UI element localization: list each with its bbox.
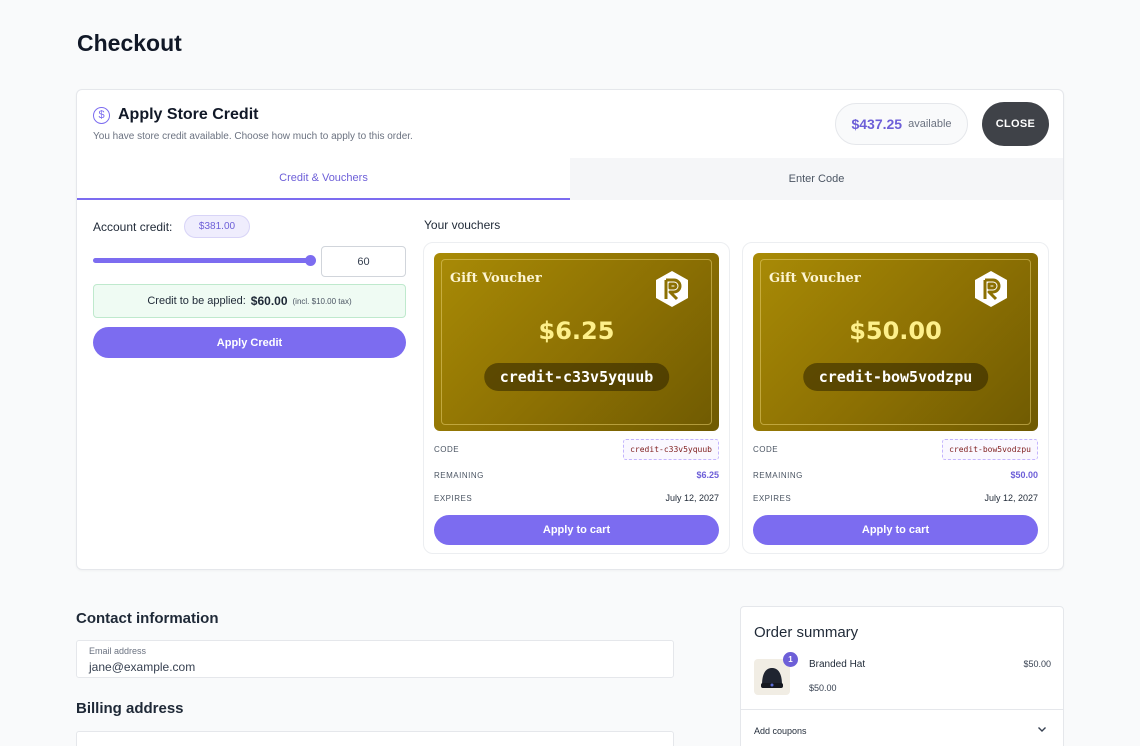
add-coupons-toggle[interactable]: Add coupons: [741, 709, 1063, 746]
voucher-expires-row: EXPIRES July 12, 2027: [753, 493, 1038, 503]
voucher-code-row: CODE credit-c33v5yquub: [434, 439, 719, 460]
credit-slider-handle[interactable]: [305, 255, 316, 266]
email-value: jane@example.com: [89, 660, 196, 674]
applied-tax-note: (incl. $10.00 tax): [292, 296, 352, 306]
email-field[interactable]: Email address jane@example.com: [76, 640, 674, 678]
voucher-remaining-row: REMAINING $50.00: [753, 470, 1038, 480]
contact-section-title: Contact information: [76, 610, 219, 627]
panel-title: Apply Store Credit: [118, 106, 259, 123]
voucher-art: Gift Voucher $50.00 credit-bow5vodzpu: [753, 253, 1038, 431]
code-key: CODE: [434, 445, 460, 454]
apply-to-cart-button[interactable]: Apply to cart: [753, 515, 1038, 545]
applied-label: Credit to be applied:: [147, 295, 246, 307]
available-credit-badge: $437.25 available: [835, 103, 968, 145]
credit-slider-fill: [93, 258, 311, 263]
voucher-remaining-row: REMAINING $6.25: [434, 470, 719, 480]
voucher-card: Gift Voucher $6.25 credit-c33v5yquub COD…: [423, 242, 730, 554]
voucher-code: credit-bow5vodzpu: [942, 439, 1038, 460]
brand-logo-icon: [656, 271, 688, 307]
voucher-remaining: $6.25: [696, 470, 719, 480]
available-label: available: [908, 118, 952, 130]
voucher-amount: $6.25: [538, 317, 615, 345]
available-amount: $437.25: [851, 116, 903, 132]
order-summary: Order summary 1 Branded Hat $50.00 $50.0…: [740, 606, 1064, 746]
voucher-expires: July 12, 2027: [984, 493, 1038, 503]
coupons-label: Add coupons: [754, 726, 807, 736]
chevron-down-icon: [1038, 727, 1046, 732]
credit-amount-input[interactable]: [321, 246, 406, 277]
billing-section-title: Billing address: [76, 700, 184, 717]
item-name: Branded Hat: [809, 659, 866, 670]
item-unit-price: $50.00: [809, 683, 837, 693]
close-button[interactable]: CLOSE: [982, 102, 1049, 146]
panel-header: $ Apply Store Credit You have store cred…: [77, 90, 1063, 158]
voucher-amount: $50.00: [849, 317, 942, 345]
voucher-kind: Gift Voucher: [769, 271, 861, 286]
credit-applied-summary: Credit to be applied: $60.00 (incl. $10.…: [93, 284, 406, 318]
apply-to-cart-button[interactable]: Apply to cart: [434, 515, 719, 545]
voucher-code-display: credit-bow5vodzpu: [802, 363, 989, 391]
tab-enter-code[interactable]: Enter Code: [570, 158, 1063, 200]
remaining-key: REMAINING: [434, 470, 484, 480]
account-credit-balance: $381.00: [184, 215, 250, 238]
store-credit-panel: $ Apply Store Credit You have store cred…: [76, 89, 1064, 570]
page-title: Checkout: [77, 30, 182, 56]
summary-title: Order summary: [754, 624, 859, 641]
expires-key: EXPIRES: [434, 493, 473, 503]
voucher-code-row: CODE credit-bow5vodzpu: [753, 439, 1038, 460]
expires-key: EXPIRES: [753, 493, 792, 503]
voucher-code: credit-c33v5yquub: [623, 439, 719, 460]
voucher-expires-row: EXPIRES July 12, 2027: [434, 493, 719, 503]
credit-slider-track[interactable]: [93, 258, 311, 263]
tab-credit-vouchers[interactable]: Credit & Vouchers: [77, 158, 570, 200]
code-key: CODE: [753, 445, 779, 454]
apply-credit-button[interactable]: Apply Credit: [93, 327, 406, 358]
voucher-kind: Gift Voucher: [450, 271, 542, 286]
brand-logo-icon: [975, 271, 1007, 307]
email-label: Email address: [89, 646, 147, 656]
voucher-art: Gift Voucher $6.25 credit-c33v5yquub: [434, 253, 719, 431]
vouchers-title: Your vouchers: [424, 218, 501, 232]
dollar-icon: $: [93, 107, 110, 124]
voucher-remaining: $50.00: [1010, 470, 1038, 480]
account-credit-label: Account credit:: [93, 220, 173, 234]
billing-field[interactable]: [76, 731, 674, 746]
credit-tabs: Credit & Vouchers Enter Code: [77, 158, 1063, 200]
remaining-key: REMAINING: [753, 470, 803, 480]
item-price: $50.00: [1023, 659, 1051, 669]
voucher-code-display: credit-c33v5yquub: [483, 363, 670, 391]
panel-subtitle: You have store credit available. Choose …: [93, 131, 413, 142]
quantity-badge: 1: [783, 652, 798, 667]
voucher-expires: July 12, 2027: [665, 493, 719, 503]
applied-amount: $60.00: [250, 294, 288, 308]
voucher-card: Gift Voucher $50.00 credit-bow5vodzpu CO…: [742, 242, 1049, 554]
